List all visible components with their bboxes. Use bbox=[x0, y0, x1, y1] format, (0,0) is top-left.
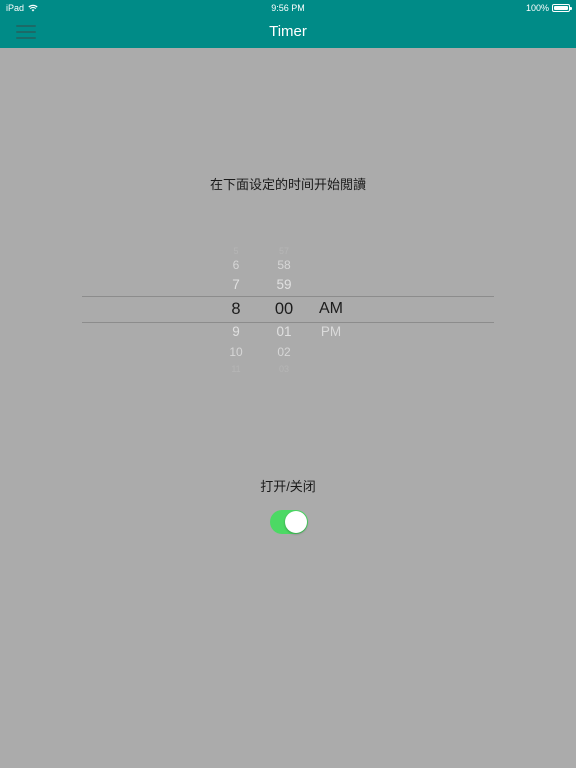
toggle-label: 打开/关闭 bbox=[260, 479, 316, 494]
ampm-selected[interactable]: AM bbox=[301, 300, 361, 318]
page-title: Timer bbox=[269, 23, 307, 40]
status-bar: iPad 9:56 PM 100% bbox=[0, 0, 576, 16]
status-time: 9:56 PM bbox=[271, 3, 305, 13]
ampm-option[interactable]: PM bbox=[301, 323, 361, 341]
nav-bar: Timer bbox=[0, 16, 576, 48]
minute-option[interactable]: 03 bbox=[254, 360, 314, 372]
battery-percent: 100% bbox=[525, 3, 549, 13]
minute-option[interactable]: 58 bbox=[254, 256, 314, 274]
battery-icon bbox=[552, 4, 572, 12]
minute-option[interactable]: 59 bbox=[254, 276, 314, 294]
selection-top-line bbox=[82, 296, 494, 297]
minute-option[interactable]: 02 bbox=[254, 343, 314, 361]
status-right: 100% bbox=[525, 3, 572, 13]
time-picker[interactable]: 5 6 7 8 9 10 11 57 58 59 00 01 02 03 AM … bbox=[82, 240, 494, 372]
switch-knob[interactable] bbox=[285, 511, 307, 533]
on-off-switch[interactable] bbox=[270, 510, 308, 534]
instruction-text: 在下面设定的时间开始閲讀 bbox=[209, 177, 366, 192]
